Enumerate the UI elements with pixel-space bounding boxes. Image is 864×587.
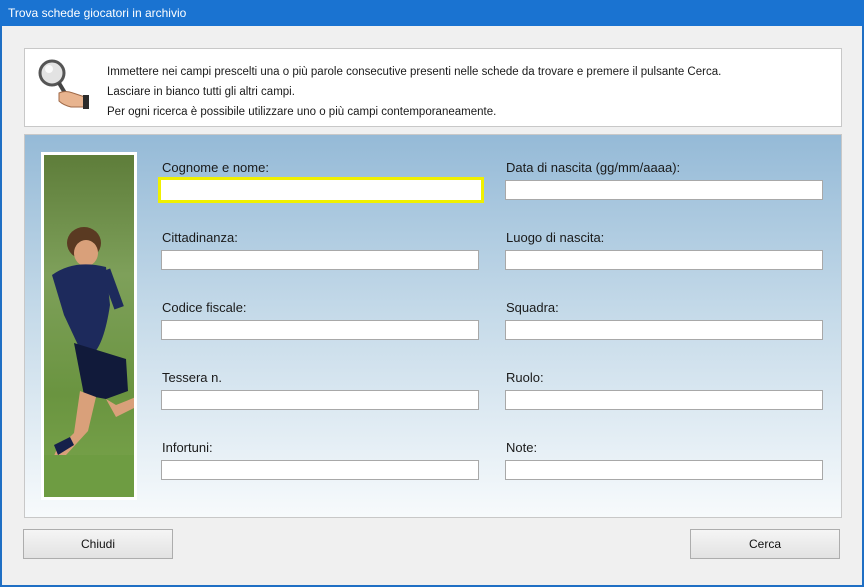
instruction-line: Immettere nei campi prescelti una o più … (107, 66, 722, 78)
player-photo (41, 152, 137, 500)
cittadinanza-input[interactable] (161, 250, 479, 270)
tessera-label: Tessera n. (162, 370, 222, 385)
squadra-label: Squadra: (506, 300, 559, 315)
cognome-nome-input[interactable] (158, 177, 484, 203)
codice-fiscale-input[interactable] (161, 320, 479, 340)
infortuni-input[interactable] (161, 460, 479, 480)
cittadinanza-label: Cittadinanza: (162, 230, 238, 245)
instruction-line: Per ogni ricerca è possibile utilizzare … (107, 106, 497, 118)
ruolo-label: Ruolo: (506, 370, 544, 385)
window-title: Trova schede giocatori in archivio (8, 6, 187, 20)
ruolo-input[interactable] (505, 390, 823, 410)
instructions-panel: Immettere nei campi prescelti una o più … (24, 48, 842, 127)
data-nascita-input[interactable] (505, 180, 823, 200)
note-input[interactable] (505, 460, 823, 480)
close-button[interactable]: Chiudi (23, 529, 173, 559)
tessera-input[interactable] (161, 390, 479, 410)
instruction-line: Lasciare in bianco tutti gli altri campi… (107, 86, 295, 98)
luogo-nascita-label: Luogo di nascita: (506, 230, 605, 245)
luogo-nascita-input[interactable] (505, 250, 823, 270)
dialog-window: Immettere nei campi prescelti una o più … (2, 26, 862, 585)
search-form: Cognome e nome: Data di nascita (gg/mm/a… (24, 134, 842, 518)
instructions-text: Immettere nei campi prescelti una o più … (107, 62, 721, 122)
note-label: Note: (506, 440, 538, 455)
cognome-nome-label: Cognome e nome: (162, 160, 269, 175)
codice-fiscale-label: Codice fiscale: (162, 300, 247, 315)
magnifier-hand-icon (35, 57, 89, 115)
data-nascita-label: Data di nascita (gg/mm/aaaa): (506, 160, 681, 175)
squadra-input[interactable] (505, 320, 823, 340)
search-button[interactable]: Cerca (690, 529, 840, 559)
title-bar: Trova schede giocatori in archivio (0, 0, 864, 26)
infortuni-label: Infortuni: (162, 440, 213, 455)
